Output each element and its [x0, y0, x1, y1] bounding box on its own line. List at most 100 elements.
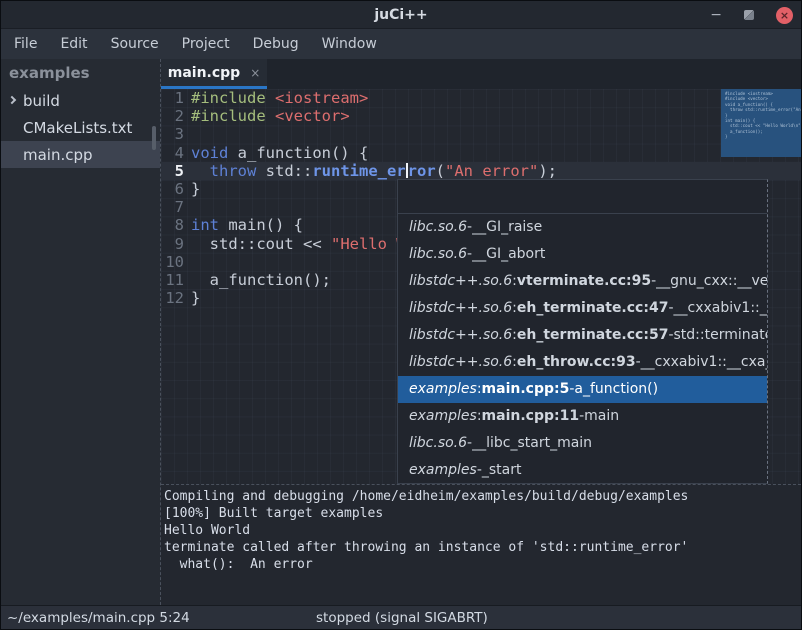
backtrace-function: __gnu_cxx::__verbose_terminate_handler	[656, 273, 767, 289]
backtrace-file-line: eh_terminate.cc:57	[517, 327, 669, 343]
code-token: std::cout <<	[191, 235, 331, 253]
code-line[interactable]: 5 throw std::runtime_error("An error");	[161, 162, 801, 180]
backtrace-function: __GI_raise	[472, 219, 542, 235]
chevron-right-icon[interactable]	[8, 96, 16, 104]
backtrace-item[interactable]: examples:main.cpp:5 - a_function()	[398, 376, 767, 403]
menu-item-source[interactable]: Source	[108, 34, 162, 54]
line-number: 2	[161, 107, 191, 125]
sidebar-item-build[interactable]: build	[1, 87, 160, 114]
sidebar-item-main-cpp[interactable]: main.cpp	[1, 141, 160, 168]
code-line[interactable]: 1#include <iostream>	[161, 89, 801, 107]
tab-close-icon[interactable]: ×	[250, 66, 260, 80]
code-token: (	[436, 162, 445, 180]
line-number: 5	[161, 162, 191, 180]
code-token: <vector>	[275, 107, 350, 125]
terminal-line: Compiling and debugging /home/eidheim/ex…	[164, 488, 801, 505]
backtrace-item[interactable]: examples - _start	[398, 457, 767, 483]
main-area: examples buildCMakeLists.txt main.cpp mai…	[1, 59, 801, 605]
backtrace-module: libstdc++.so.6	[409, 273, 512, 289]
backtrace-item[interactable]: libc.so.6 - __GI_abort	[398, 241, 767, 268]
cursor-location: ~/examples/main.cpp 5:24	[7, 610, 190, 626]
line-number: 11	[161, 271, 191, 289]
backtrace-file-line: eh_terminate.cc:47	[517, 300, 669, 316]
minimap-line: throw std::runtime_error("An error");	[725, 107, 801, 112]
menu-bar: File Edit Source Project Debug Window	[1, 29, 801, 59]
backtrace-module: examples	[409, 381, 477, 397]
backtrace-function: __libc_start_main	[472, 435, 592, 451]
backtrace-search-input[interactable]	[398, 180, 767, 214]
backtrace-function: __GI_abort	[472, 246, 545, 262]
terminal-output[interactable]: Compiling and debugging /home/eidheim/ex…	[161, 484, 801, 605]
line-number: 4	[161, 144, 191, 162]
debug-state: stopped (signal SIGABRT)	[316, 610, 488, 626]
code-token: }	[191, 180, 200, 198]
code-line-text: #include <iostream>	[191, 89, 368, 107]
menu-item-window[interactable]: Window	[319, 34, 380, 54]
editor-column: main.cpp × 1#include <iostream>2#include…	[161, 59, 801, 605]
sidebar-item-cmakelists-txt[interactable]: CMakeLists.txt	[1, 114, 160, 141]
terminal-line: [100%] Built target examples	[164, 505, 801, 522]
menu-item-debug[interactable]: Debug	[250, 34, 302, 54]
tab-bar: main.cpp ×	[161, 59, 801, 89]
backtrace-item[interactable]: examples:main.cpp:11 - main	[398, 403, 767, 430]
backtrace-item[interactable]: libc.so.6 - __GI_raise	[398, 214, 767, 241]
tab-label: main.cpp	[168, 65, 240, 81]
backtrace-module: libc.so.6	[409, 219, 467, 235]
backtrace-item[interactable]: libstdc++.so.6:eh_terminate.cc:57 - std:…	[398, 322, 767, 349]
code-token: throw	[210, 162, 257, 180]
minimize-button[interactable]: −	[710, 10, 722, 20]
line-number: 3	[161, 125, 191, 143]
backtrace-module: examples	[409, 408, 477, 424]
code-token: int	[191, 216, 219, 234]
code-token: ror	[408, 162, 436, 180]
code-line-text: int main() {	[191, 216, 303, 234]
code-line-text: void a_function() {	[191, 144, 368, 162]
status-bar: ~/examples/main.cpp 5:24 stopped (signal…	[1, 605, 801, 629]
backtrace-module: libc.so.6	[409, 435, 467, 451]
backtrace-module: libstdc++.so.6	[409, 300, 512, 316]
terminal-line: terminate called after throwing an insta…	[164, 539, 801, 556]
backtrace-item[interactable]: libstdc++.so.6:eh_throw.cc:93 - __cxxabi…	[398, 349, 767, 376]
code-token: }	[191, 289, 200, 307]
menu-item-file[interactable]: File	[11, 34, 40, 54]
menu-item-edit[interactable]: Edit	[57, 34, 90, 54]
close-button[interactable]: ×	[776, 7, 793, 24]
code-token: std::	[256, 162, 312, 180]
code-line[interactable]: 2#include <vector>	[161, 107, 801, 125]
backtrace-function: a_function()	[574, 381, 658, 397]
terminal-line: what(): An error	[164, 556, 801, 573]
tab-main-cpp[interactable]: main.cpp ×	[161, 59, 267, 89]
code-token: );	[538, 162, 557, 180]
title-bar: juCi++ − ×	[1, 1, 801, 29]
line-number: 12	[161, 289, 191, 307]
backtrace-item[interactable]: libstdc++.so.6:eh_terminate.cc:47 - __cx…	[398, 295, 767, 322]
code-line-text: }	[191, 180, 200, 198]
backtrace-popup: libc.so.6 - __GI_raiselibc.so.6 - __GI_a…	[397, 179, 768, 484]
restore-icon[interactable]	[744, 10, 754, 20]
code-line[interactable]: 3	[161, 125, 801, 143]
backtrace-file-line: vterminate.cc:95	[517, 273, 651, 289]
code-token: main() {	[219, 216, 303, 234]
backtrace-function: _start	[482, 462, 522, 478]
sidebar-scrollbar-thumb[interactable]	[152, 126, 156, 150]
sidebar-item-label: main.cpp	[23, 146, 93, 164]
code-line-text: a_function();	[191, 271, 331, 289]
backtrace-module: examples	[409, 462, 477, 478]
code-token	[191, 162, 210, 180]
backtrace-file-line: main.cpp:11	[482, 408, 580, 424]
backtrace-function: __cxxabiv1::__cxa_throw	[641, 354, 767, 370]
line-number: 7	[161, 198, 191, 216]
code-minimap[interactable]: #include <iostream>#include <vector>void…	[721, 89, 801, 157]
window-controls: − ×	[710, 1, 793, 29]
backtrace-item[interactable]: libstdc++.so.6:vterminate.cc:95 - __gnu_…	[398, 268, 767, 295]
backtrace-function: std::terminate()	[674, 327, 768, 343]
code-token: a_function() {	[228, 144, 368, 162]
file-tree-sidebar: examples buildCMakeLists.txtmain.cpp	[1, 59, 161, 605]
backtrace-item[interactable]: libc.so.6 - __libc_start_main	[398, 430, 767, 457]
line-number: 10	[161, 253, 191, 271]
backtrace-file-line: main.cpp:5	[482, 381, 570, 397]
line-number: 1	[161, 89, 191, 107]
code-line-text: #include <vector>	[191, 107, 350, 125]
menu-item-project[interactable]: Project	[179, 34, 233, 54]
code-line[interactable]: 4void a_function() {	[161, 144, 801, 162]
